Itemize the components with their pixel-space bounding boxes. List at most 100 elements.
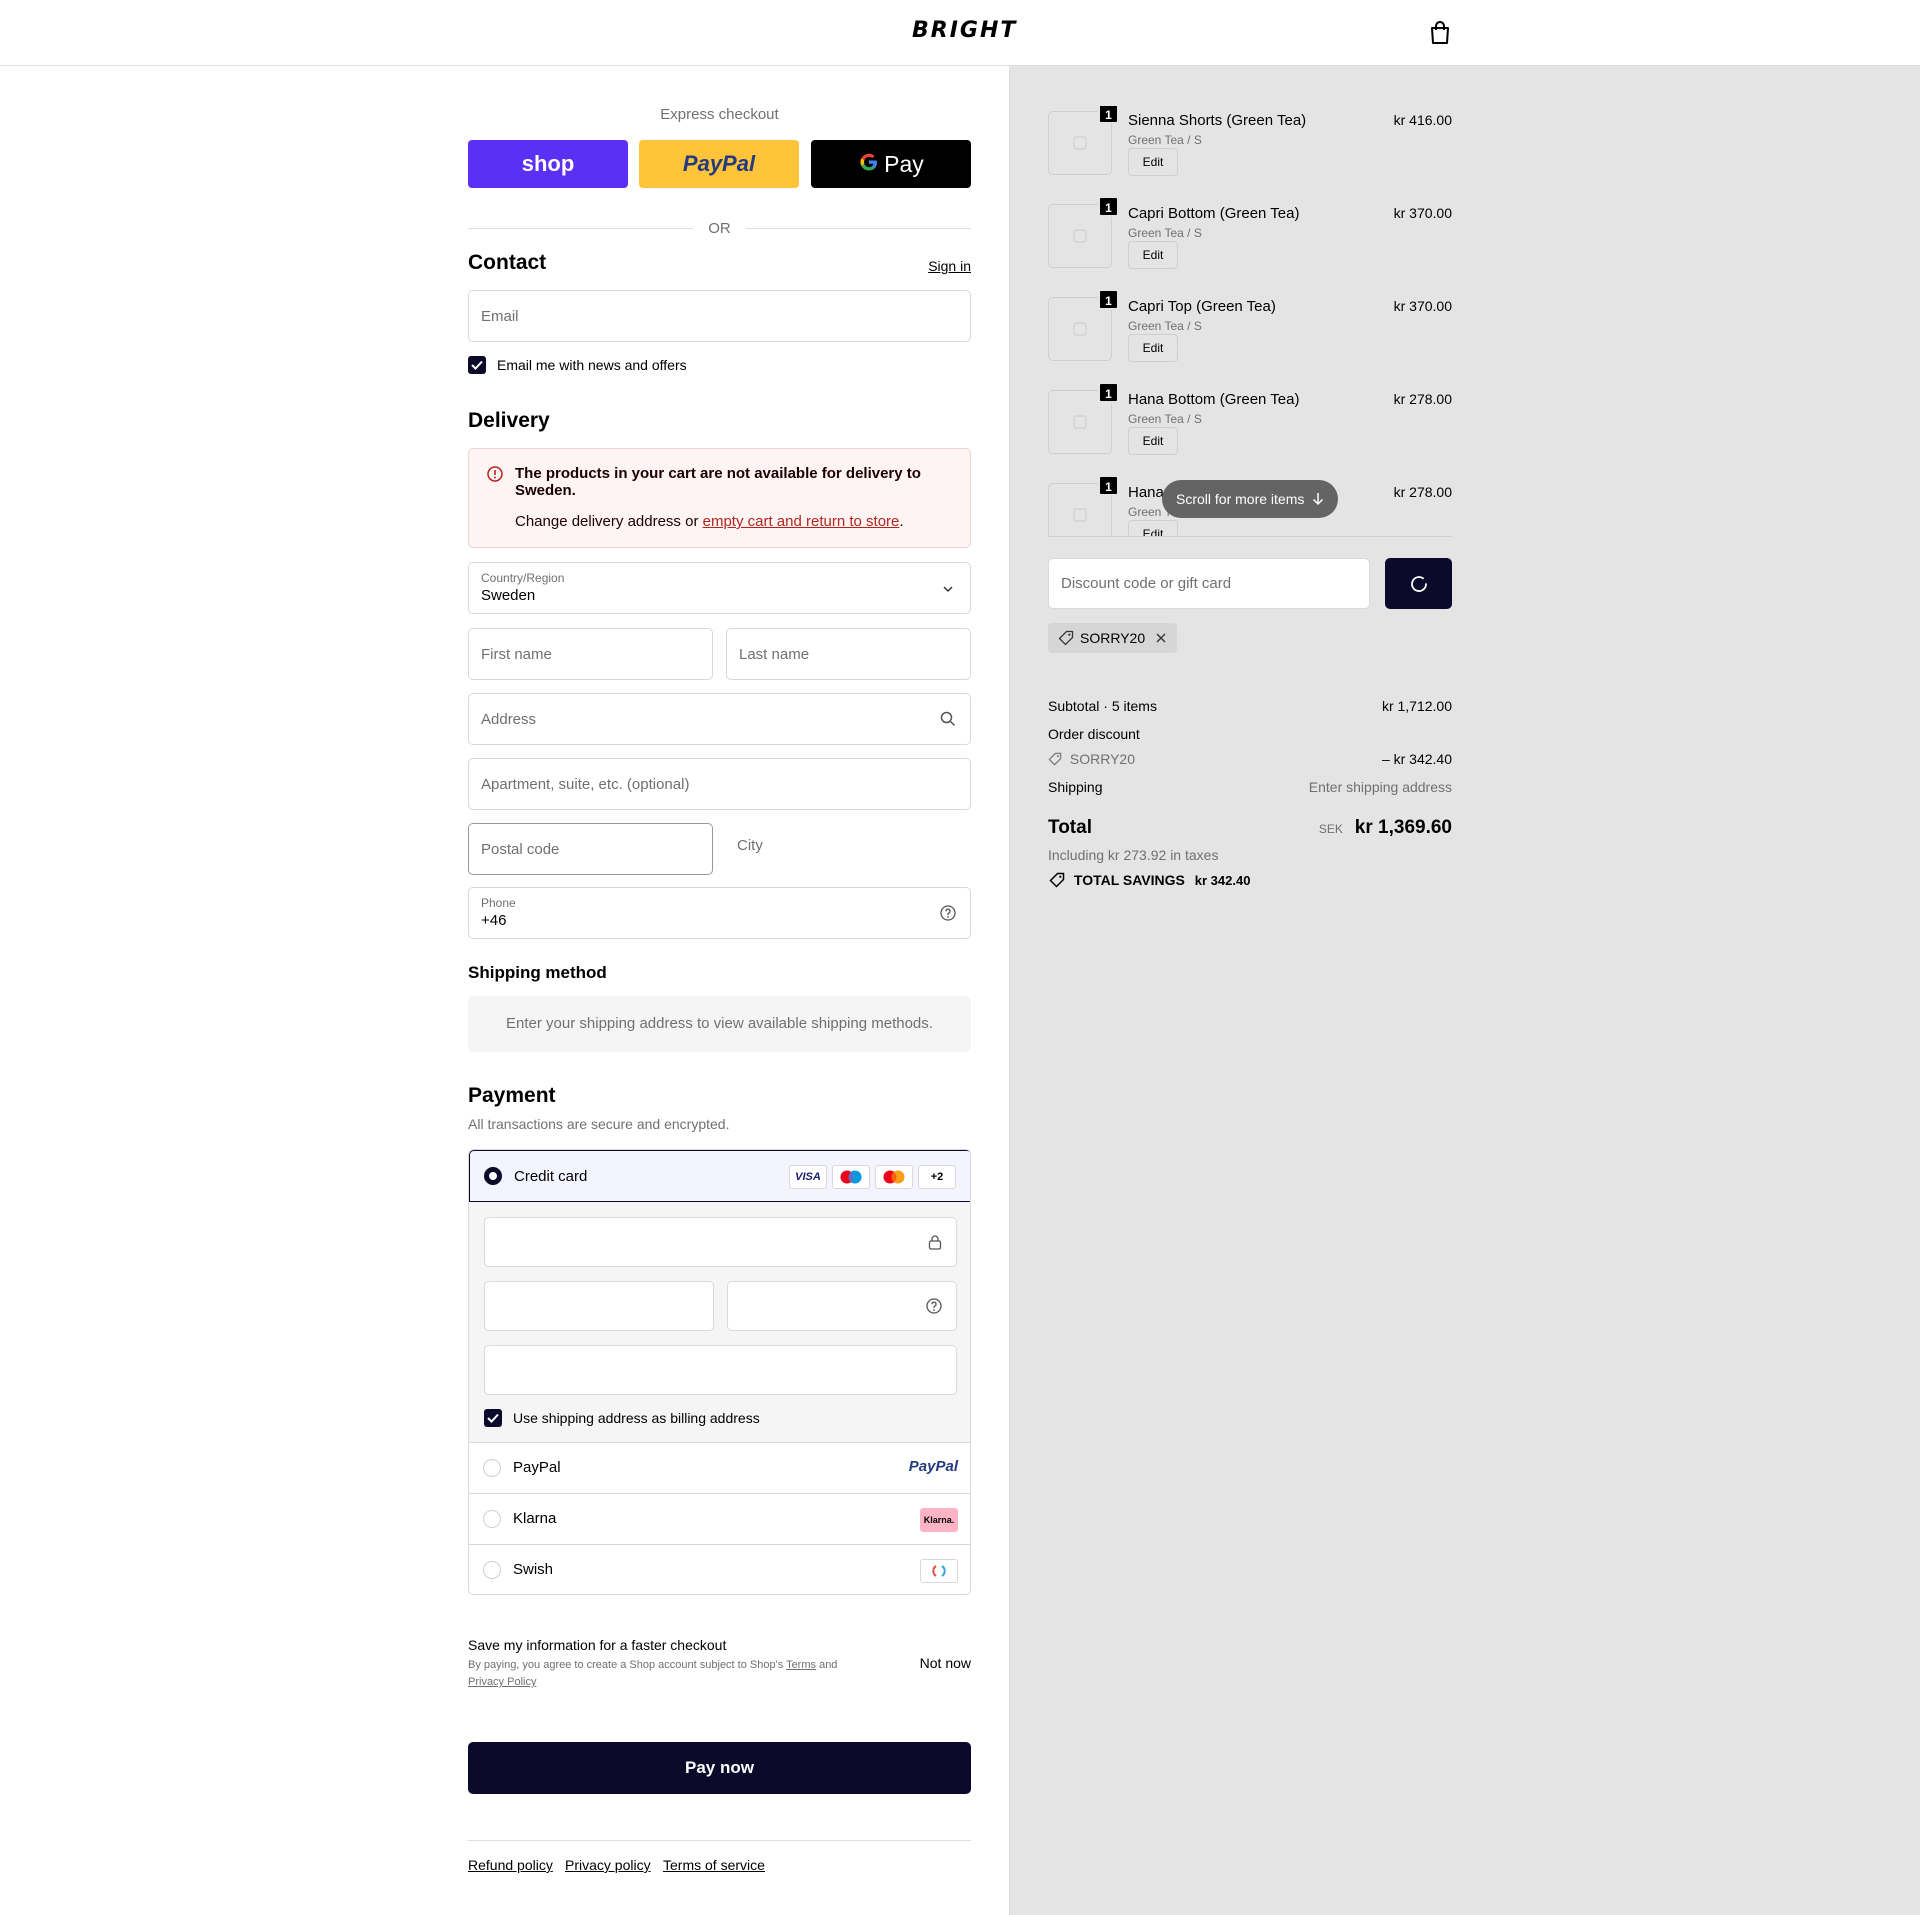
currency-code: SEK	[1318, 822, 1343, 836]
product-variant: Green Tea / S	[1128, 319, 1202, 333]
delivery-heading: Delivery	[468, 409, 550, 432]
store-logo[interactable]: BRIGHT	[912, 18, 1017, 43]
taxes-label: Including kr 273.92 in taxes	[1048, 847, 1219, 863]
billing-address-checkbox[interactable]	[484, 1409, 502, 1427]
postal-code-field[interactable]: Postal code	[468, 823, 713, 875]
phone-field[interactable]: Phone +46	[468, 887, 971, 939]
paypal-logo: PayPal	[682, 151, 756, 176]
country-value: Sweden	[481, 587, 536, 604]
edit-item-button[interactable]: Edit	[1128, 520, 1178, 536]
product-name: Sienna Shorts (Green Tea)	[1128, 112, 1307, 129]
credit-card-radio[interactable]	[484, 1167, 502, 1185]
refund-policy-link[interactable]: Refund policy	[468, 1857, 553, 1873]
cart-item: 1 Hana Bottom (Green Tea) Green Tea / S …	[1048, 382, 1452, 465]
tag-icon	[1058, 630, 1074, 646]
last-name-field[interactable]: Last name	[726, 628, 971, 680]
save-info-prefix: By paying, you agree to create a Shop ac…	[468, 1659, 787, 1671]
cart-item: 1 Capri Bottom (Green Tea) Green Tea / S…	[1048, 196, 1452, 279]
newsletter-checkbox[interactable]	[468, 356, 486, 374]
discount-code-field[interactable]: Discount code or gift card	[1048, 558, 1370, 609]
shop-privacy-link[interactable]: Privacy Policy	[468, 1676, 536, 1688]
tag-icon	[1048, 752, 1062, 766]
lock-icon	[928, 1234, 942, 1255]
product-name: Capri Bottom (Green Tea)	[1128, 205, 1300, 222]
maestro-icon	[832, 1165, 870, 1189]
scroll-for-more-button[interactable]: Scroll for more items	[1162, 480, 1339, 518]
paypal-option-label: PayPal	[513, 1459, 561, 1476]
edit-item-button[interactable]: Edit	[1128, 334, 1178, 362]
expiry-field[interactable]	[484, 1281, 714, 1331]
more-cards-badge: +2	[918, 1165, 956, 1189]
shipping-value: Enter shipping address	[1308, 779, 1452, 795]
security-code-field[interactable]	[727, 1281, 957, 1331]
savings-label: TOTAL SAVINGS	[1073, 872, 1185, 888]
privacy-policy-link[interactable]: Privacy policy	[565, 1857, 651, 1873]
credit-card-option[interactable]: Credit card VISA +2	[469, 1150, 970, 1202]
first-name-field[interactable]: First name	[468, 628, 713, 680]
payment-methods: Credit card VISA +2 Use shipping address…	[468, 1149, 971, 1595]
total-label: Total	[1048, 817, 1092, 838]
shop-pay-logo: shop	[521, 151, 575, 176]
save-info-and: and	[816, 1659, 838, 1671]
save-info-title: Save my information for a faster checkou…	[468, 1637, 727, 1653]
product-price: kr 416.00	[1393, 112, 1452, 128]
cart-items-list[interactable]: 1 Sienna Shorts (Green Tea) Green Tea / …	[1048, 106, 1452, 536]
taxes-note: Including kr 273.92 in taxes	[1048, 847, 1452, 863]
total-value: kr 1,369.60	[1354, 817, 1452, 838]
card-number-field[interactable]	[484, 1217, 957, 1267]
quantity-badge: 1	[1098, 196, 1119, 217]
newsletter-label: Email me with news and offers	[497, 357, 687, 373]
edit-item-button[interactable]: Edit	[1128, 427, 1178, 455]
product-name: Hana	[1128, 484, 1164, 501]
product-name: Capri Top (Green Tea)	[1128, 298, 1276, 315]
not-now-button[interactable]: Not now	[920, 1655, 971, 1671]
swish-option[interactable]: Swish	[469, 1545, 970, 1594]
sign-in-link[interactable]: Sign in	[928, 258, 971, 274]
shipping-label: Shipping	[1048, 779, 1103, 795]
edit-item-button[interactable]: Edit	[1128, 241, 1178, 269]
product-price: kr 370.00	[1393, 205, 1452, 221]
remove-discount-icon[interactable]	[1155, 632, 1167, 644]
cart-divider	[1048, 536, 1452, 537]
paypal-express-button[interactable]: PayPal	[639, 140, 799, 188]
help-icon[interactable]	[940, 905, 956, 926]
klarna-radio[interactable]	[483, 1510, 501, 1528]
help-icon[interactable]	[926, 1298, 942, 1319]
country-select[interactable]: Country/Region Sweden	[468, 562, 971, 614]
paypal-radio[interactable]	[483, 1459, 501, 1477]
postal-code-placeholder: Postal code	[481, 841, 560, 858]
alert-message: Change delivery address or empty cart an…	[515, 513, 904, 530]
klarna-option[interactable]: Klarna Klarna.	[469, 1494, 970, 1545]
product-variant: Green Tea / S	[1128, 226, 1202, 240]
savings-tag-icon	[1049, 872, 1065, 888]
footer-divider	[468, 1840, 971, 1841]
shipping-method-message: Enter your shipping address to view avai…	[468, 996, 971, 1052]
apply-discount-button[interactable]	[1385, 558, 1452, 609]
payment-subtitle: All transactions are secure and encrypte…	[468, 1116, 730, 1132]
last-name-placeholder: Last name	[739, 646, 810, 663]
discount-code-label: SORRY20	[1069, 751, 1135, 767]
email-field[interactable]: Email	[468, 290, 971, 342]
shop-terms-link[interactable]: Terms	[786, 1659, 816, 1671]
google-pay-button[interactable]: Pay	[811, 140, 971, 188]
product-price: kr 370.00	[1393, 298, 1452, 314]
shop-pay-button[interactable]: shop	[468, 140, 628, 188]
apartment-field[interactable]: Apartment, suite, etc. (optional)	[468, 758, 971, 810]
swish-radio[interactable]	[483, 1561, 501, 1579]
edit-item-button[interactable]: Edit	[1128, 148, 1178, 176]
quantity-badge: 1	[1098, 289, 1119, 310]
empty-cart-link[interactable]: empty cart and return to store	[703, 513, 900, 530]
address-field[interactable]: Address	[468, 693, 971, 745]
terms-of-service-link[interactable]: Terms of service	[663, 1857, 765, 1873]
pay-now-button[interactable]: Pay now	[468, 1742, 971, 1794]
total-savings-row: TOTAL SAVINGS kr 342.40	[1048, 872, 1452, 888]
city-field[interactable]: City	[737, 837, 763, 854]
shopping-bag-icon[interactable]	[1428, 20, 1452, 51]
total-row: Total SEK kr 1,369.60	[1048, 817, 1452, 847]
name-on-card-field[interactable]	[484, 1345, 957, 1395]
quantity-badge: 1	[1098, 106, 1119, 124]
credit-card-form: Use shipping address as billing address	[469, 1202, 970, 1443]
cart-item: 1 Sienna Shorts (Green Tea) Green Tea / …	[1048, 106, 1452, 186]
paypal-option[interactable]: PayPal PayPal	[469, 1443, 970, 1494]
swish-option-label: Swish	[513, 1561, 554, 1578]
